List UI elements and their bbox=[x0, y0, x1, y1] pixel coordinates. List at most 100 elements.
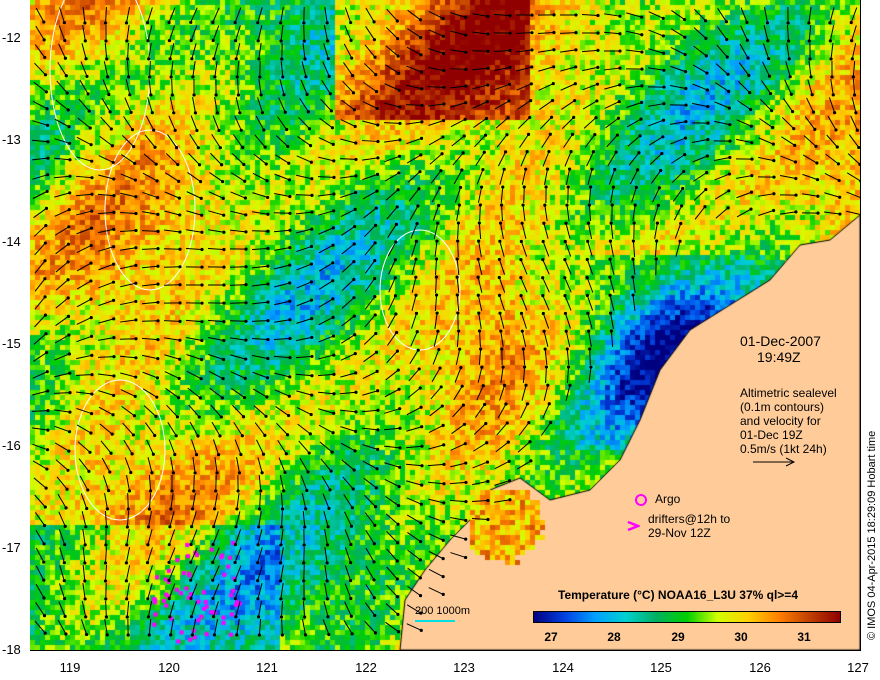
velocity-arrow bbox=[208, 210, 224, 216]
velocity-arrow-head bbox=[239, 128, 243, 132]
velocity-arrow-head bbox=[608, 257, 612, 261]
velocity-arrow-head bbox=[43, 313, 48, 317]
lon-tick: 122 bbox=[355, 660, 377, 675]
velocity-arrow-head bbox=[264, 414, 268, 418]
velocity-arrow-head bbox=[110, 144, 115, 148]
velocity-arrow bbox=[321, 475, 331, 491]
velocity-arrow bbox=[427, 86, 445, 88]
velocity-arrow bbox=[626, 85, 642, 89]
velocity-arrow bbox=[649, 153, 663, 165]
velocity-arrow-head bbox=[327, 74, 331, 78]
velocity-arrow bbox=[565, 223, 571, 239]
velocity-arrow-head bbox=[89, 261, 93, 265]
velocity-arrow-head bbox=[233, 596, 237, 601]
velocity-arrow-head bbox=[240, 434, 244, 438]
velocity-arrow bbox=[385, 45, 399, 57]
sst-map[interactable] bbox=[30, 0, 861, 651]
velocity-arrow bbox=[675, 241, 681, 257]
velocity-arrow-head bbox=[727, 89, 731, 93]
velocity-arrow bbox=[384, 83, 400, 91]
velocity-arrow bbox=[98, 155, 114, 163]
velocity-arrow bbox=[168, 25, 176, 41]
velocity-arrow-head bbox=[259, 93, 263, 97]
velocity-arrow bbox=[296, 390, 312, 396]
velocity-arrow bbox=[229, 320, 247, 322]
drifter-marker-icon bbox=[627, 520, 640, 532]
velocity-arrow-head bbox=[519, 311, 524, 315]
velocity-arrow bbox=[58, 529, 66, 545]
velocity-arrow-head bbox=[486, 14, 490, 18]
velocity-arrow bbox=[693, 27, 707, 39]
velocity-arrow-head bbox=[771, 208, 776, 213]
velocity-arrow bbox=[758, 193, 774, 197]
velocity-arrow bbox=[626, 49, 642, 53]
velocity-arrow bbox=[257, 547, 263, 563]
velocity-arrow bbox=[35, 512, 45, 526]
velocity-arrow-head bbox=[486, 517, 490, 522]
velocity-arrow bbox=[190, 547, 198, 563]
velocity-arrow-head bbox=[146, 525, 151, 529]
velocity-arrow-head bbox=[417, 367, 421, 371]
lat-tick: -15 bbox=[2, 336, 21, 351]
velocity-arrow bbox=[384, 479, 400, 487]
velocity-arrow bbox=[280, 492, 284, 510]
velocity-arrow bbox=[144, 134, 156, 148]
velocity-arrow-head bbox=[464, 84, 468, 88]
velocity-arrow bbox=[273, 355, 291, 359]
velocity-arrow bbox=[450, 118, 466, 128]
velocity-arrow bbox=[780, 155, 796, 163]
velocity-arrow-head bbox=[256, 579, 260, 583]
velocity-arrow-head bbox=[395, 205, 399, 209]
velocity-arrow bbox=[456, 276, 460, 294]
velocity-arrow-head bbox=[541, 276, 545, 280]
velocity-arrow bbox=[124, 97, 132, 113]
velocity-arrow-head bbox=[132, 145, 136, 149]
velocity-arrow bbox=[386, 548, 398, 562]
velocity-arrow-head bbox=[83, 579, 87, 583]
velocity-arrow bbox=[692, 155, 708, 163]
velocity-arrow-head bbox=[502, 383, 507, 388]
velocity-arrow-head bbox=[66, 242, 70, 246]
velocity-arrow bbox=[428, 515, 444, 523]
velocity-arrow-head bbox=[266, 246, 270, 251]
velocity-arrow-head bbox=[631, 275, 635, 279]
velocity-arrow bbox=[324, 565, 328, 581]
velocity-arrow-head bbox=[482, 402, 487, 407]
velocity-arrow-head bbox=[233, 39, 238, 43]
velocity-arrow-head bbox=[728, 139, 732, 143]
velocity-arrow-head bbox=[83, 543, 87, 547]
velocity-arrow-head bbox=[192, 93, 196, 97]
velocity-arrow bbox=[386, 566, 398, 580]
velocity-arrow-head bbox=[396, 37, 400, 41]
velocity-arrow-head bbox=[44, 90, 48, 94]
velocity-arrow bbox=[405, 104, 423, 106]
velocity-arrow-head bbox=[331, 315, 335, 319]
velocity-arrow-head bbox=[211, 615, 216, 619]
velocity-arrow bbox=[670, 121, 686, 125]
velocity-arrow bbox=[479, 330, 481, 348]
velocity-arrow bbox=[295, 211, 313, 215]
velocity-arrow-head bbox=[45, 350, 49, 355]
velocity-arrow-head bbox=[810, 93, 814, 97]
velocity-arrow bbox=[252, 192, 268, 198]
velocity-arrow bbox=[384, 139, 400, 143]
velocity-arrow-head bbox=[441, 520, 446, 524]
velocity-arrow-head bbox=[478, 203, 482, 207]
velocity-arrow bbox=[75, 193, 93, 197]
velocity-arrow bbox=[341, 459, 355, 471]
velocity-arrow bbox=[79, 79, 89, 95]
velocity-arrow bbox=[538, 49, 554, 53]
velocity-arrow bbox=[430, 386, 442, 400]
velocity-arrow bbox=[76, 136, 92, 146]
velocity-arrow-head bbox=[262, 128, 266, 132]
velocity-arrow-head bbox=[352, 242, 356, 246]
velocity-arrow bbox=[125, 79, 131, 95]
velocity-arrow-head bbox=[786, 39, 791, 43]
velocity-arrow bbox=[58, 25, 66, 41]
velocity-arrow bbox=[364, 278, 376, 292]
velocity-arrow-head bbox=[303, 57, 307, 61]
velocity-arrow bbox=[232, 134, 244, 148]
velocity-arrow-head bbox=[852, 93, 857, 97]
velocity-arrow-head bbox=[285, 127, 289, 132]
velocity-arrow-head bbox=[434, 275, 438, 279]
